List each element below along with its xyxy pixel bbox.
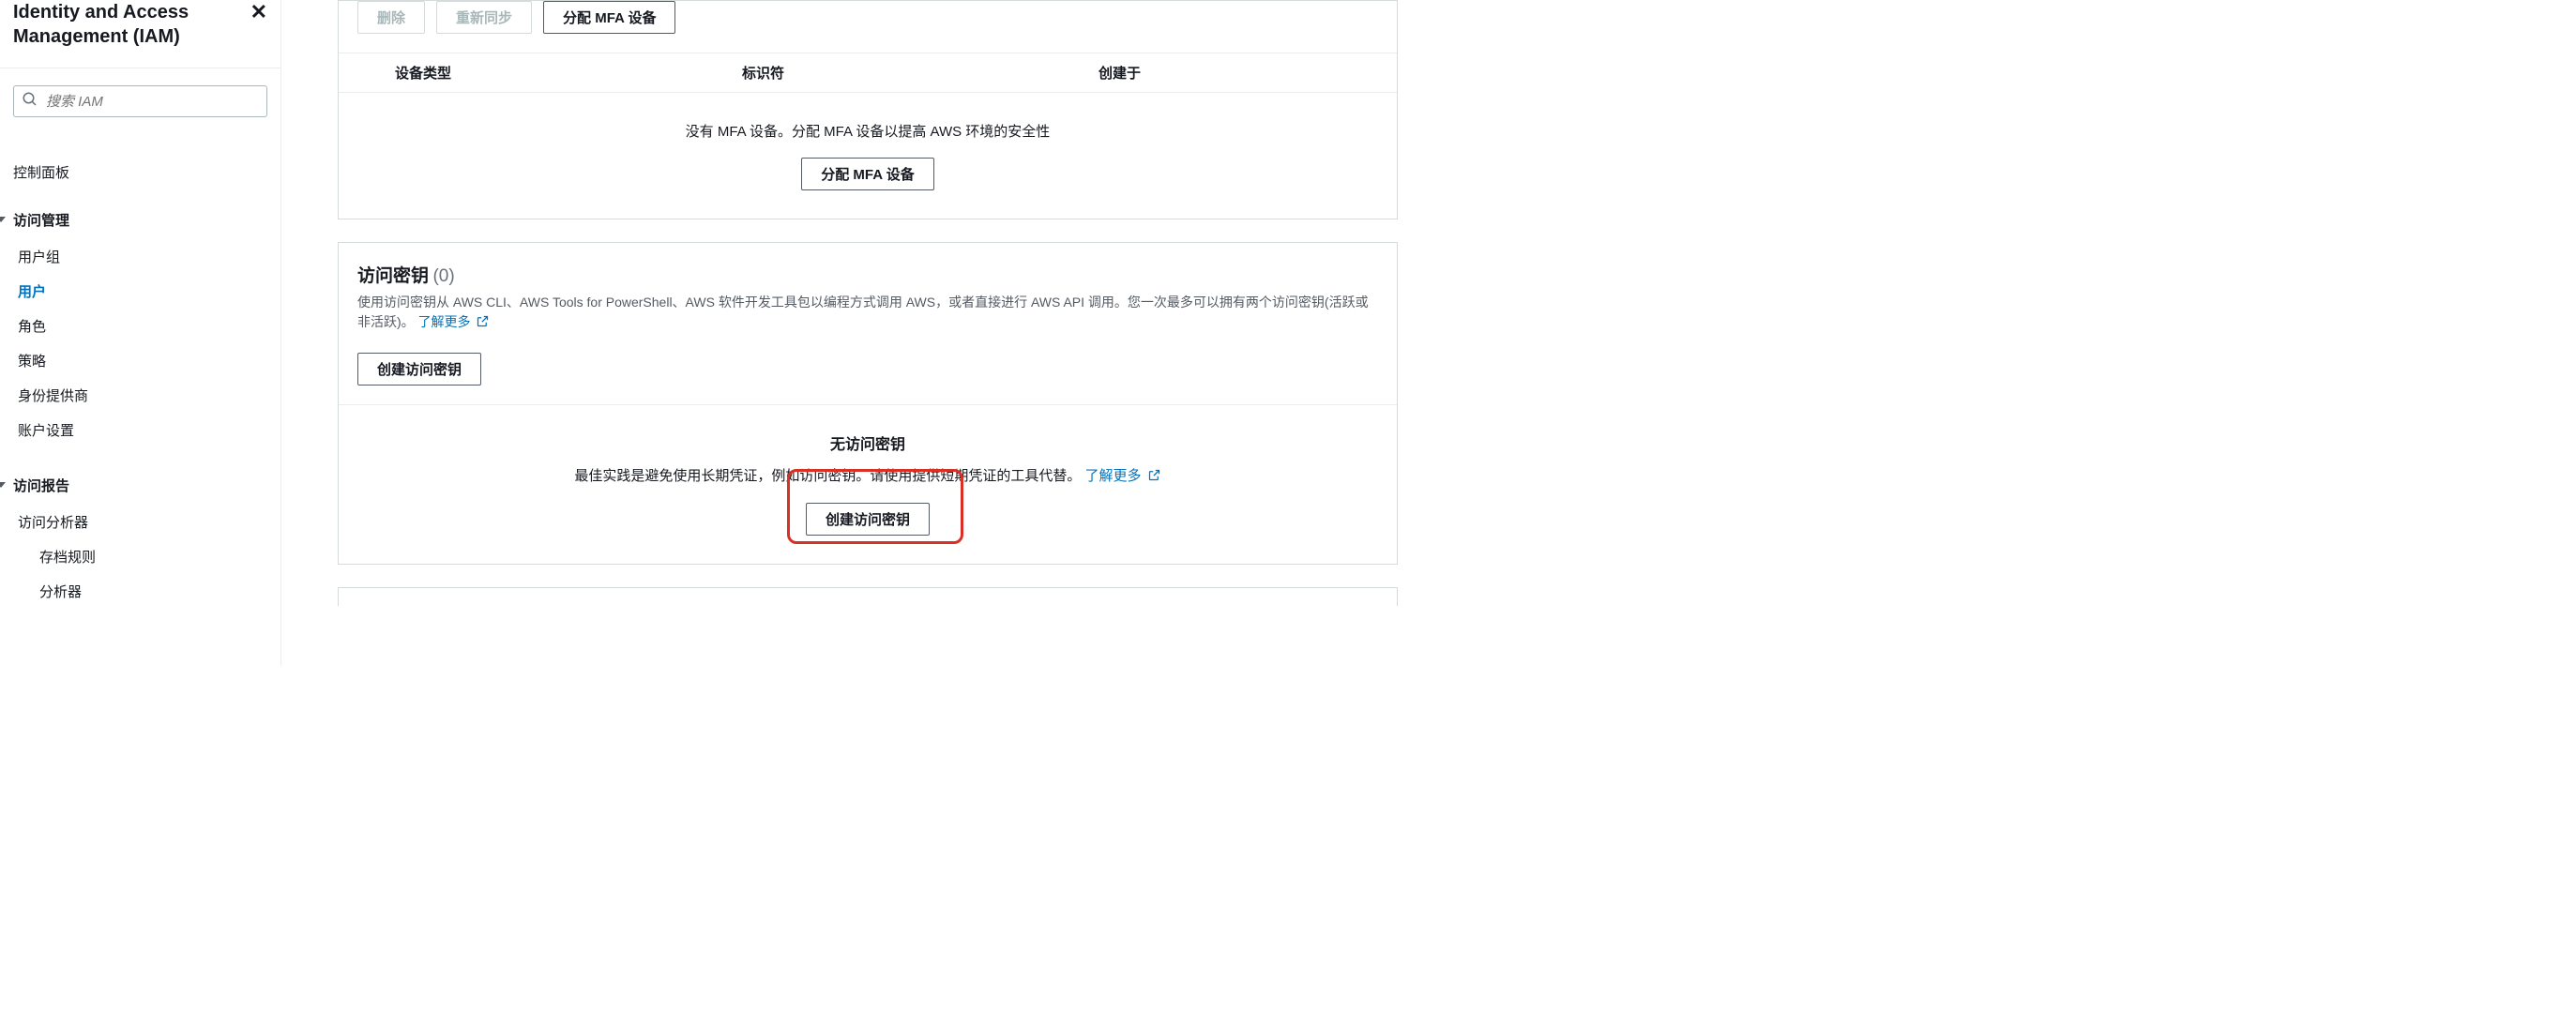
- ak-desc-text: 使用访问密钥从 AWS CLI、AWS Tools for PowerShell…: [357, 295, 1369, 329]
- next-panel-stub: [338, 587, 1398, 606]
- search-icon: [22, 91, 46, 113]
- nav-item-analyzer[interactable]: 访问分析器: [13, 505, 267, 539]
- ak-desc: 使用访问密钥从 AWS CLI、AWS Tools for PowerShell…: [357, 293, 1378, 334]
- assign-mfa-button[interactable]: 分配 MFA 设备: [543, 1, 675, 34]
- ak-empty-learn-more-link[interactable]: 了解更多: [1085, 468, 1161, 484]
- nav-sub-archive[interactable]: 存档规则: [13, 539, 267, 574]
- ak-empty-desc: 最佳实践是避免使用长期凭证，例如访问密钥。请使用提供短期凭证的工具代替。: [574, 468, 1081, 484]
- nav-group-access[interactable]: 访问管理: [13, 201, 267, 239]
- mfa-panel: 删除 重新同步 分配 MFA 设备 设备类型 标识符 创建于 没有 MFA 设备…: [338, 0, 1398, 219]
- mfa-table-header: 设备类型 标识符 创建于: [339, 53, 1397, 93]
- search-wrap: [0, 68, 280, 134]
- close-icon[interactable]: ✕: [250, 0, 267, 24]
- service-title: Identity and Access Management (IAM): [13, 0, 229, 49]
- access-key-panel: 访问密钥 (0) 使用访问密钥从 AWS CLI、AWS Tools for P…: [338, 242, 1398, 565]
- external-link-icon: [1147, 468, 1161, 486]
- nav-sub-analyzer[interactable]: 分析器: [13, 574, 267, 609]
- nav-group-report[interactable]: 访问报告: [13, 466, 267, 505]
- create-access-key-button[interactable]: 创建访问密钥: [806, 503, 930, 536]
- ak-empty: 无访问密钥 最佳实践是避免使用长期凭证，例如访问密钥。请使用提供短期凭证的工具代…: [339, 404, 1397, 564]
- nav: 控制面板 访问管理 用户组 用户 角色 策略 身份提供商 账户设置 访问报告 访…: [0, 134, 280, 609]
- ak-header: 访问密钥 (0) 使用访问密钥从 AWS CLI、AWS Tools for P…: [339, 243, 1397, 353]
- ak-body-top: 创建访问密钥: [339, 353, 1397, 404]
- nav-item-usergroups[interactable]: 用户组: [13, 239, 267, 274]
- ak-count: (0): [432, 266, 454, 286]
- assign-mfa-button-2[interactable]: 分配 MFA 设备: [801, 158, 933, 190]
- nav-item-roles[interactable]: 角色: [13, 309, 267, 343]
- external-link-icon: [476, 314, 490, 334]
- nav-item-idp[interactable]: 身份提供商: [13, 378, 267, 413]
- nav-dashboard[interactable]: 控制面板: [13, 134, 267, 201]
- create-access-key-top-button[interactable]: 创建访问密钥: [357, 353, 481, 386]
- sidebar: Identity and Access Management (IAM) ✕ 控…: [0, 0, 281, 666]
- ak-empty-learn-more-text: 了解更多: [1085, 468, 1142, 484]
- col-identifier: 标识符: [742, 63, 1099, 83]
- col-created: 创建于: [1099, 63, 1397, 83]
- col-device-type: 设备类型: [395, 63, 742, 83]
- ak-learn-more-text: 了解更多: [418, 314, 471, 329]
- search-input[interactable]: [46, 94, 259, 110]
- search-box[interactable]: [13, 85, 267, 117]
- nav-item-users[interactable]: 用户: [13, 274, 267, 309]
- mfa-empty: 没有 MFA 设备。分配 MFA 设备以提高 AWS 环境的安全性 分配 MFA…: [339, 93, 1397, 219]
- main-content: 删除 重新同步 分配 MFA 设备 设备类型 标识符 创建于 没有 MFA 设备…: [281, 0, 1435, 666]
- ak-empty-title: 无访问密钥: [357, 431, 1378, 454]
- nav-item-policies[interactable]: 策略: [13, 343, 267, 378]
- mfa-empty-text: 没有 MFA 设备。分配 MFA 设备以提高 AWS 环境的安全性: [357, 121, 1378, 141]
- resync-button: 重新同步: [436, 1, 532, 34]
- ak-learn-more-link[interactable]: 了解更多: [418, 314, 491, 329]
- mfa-button-row: 删除 重新同步 分配 MFA 设备: [357, 1, 1378, 34]
- sidebar-header: Identity and Access Management (IAM) ✕: [0, 0, 280, 68]
- nav-item-account[interactable]: 账户设置: [13, 413, 267, 447]
- delete-button: 删除: [357, 1, 425, 34]
- ak-empty-desc-row: 最佳实践是避免使用长期凭证，例如访问密钥。请使用提供短期凭证的工具代替。 了解更…: [357, 465, 1378, 486]
- ak-title: 访问密钥: [357, 266, 429, 286]
